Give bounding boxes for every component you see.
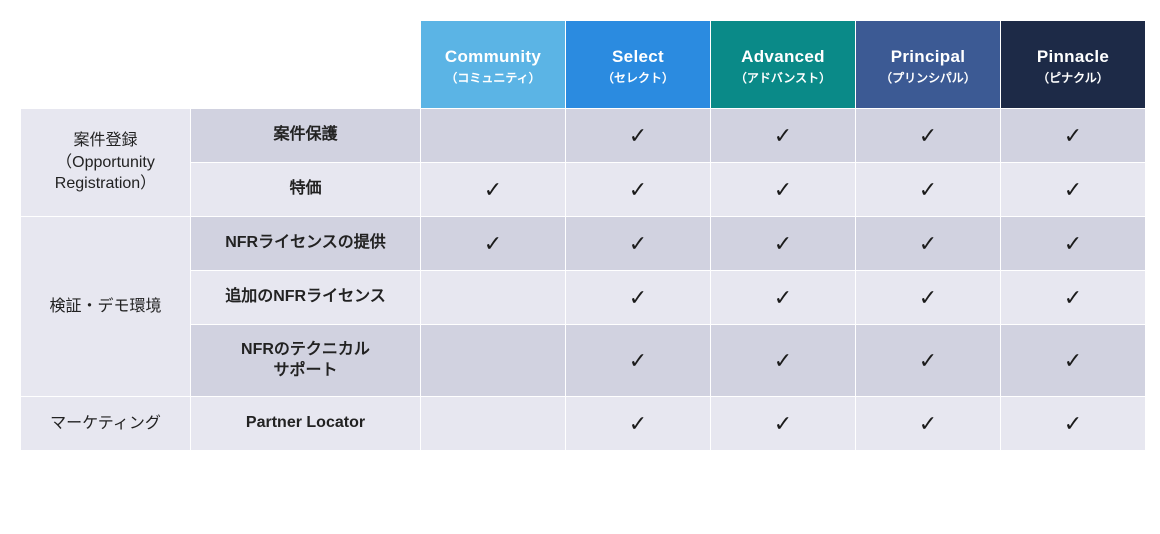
check-icon: ✓	[774, 177, 792, 202]
row-label: 追加のNFRライセンス	[191, 271, 421, 325]
check-icon: ✓	[774, 411, 792, 436]
mark-cell: ✓	[421, 163, 566, 217]
row-label: NFRのテクニカルサポート	[191, 325, 421, 397]
table-row: マーケティングPartner Locator ✓ ✓ ✓ ✓	[21, 397, 1146, 451]
table-row: 案件登録（Opportunity Registration）案件保護✓✓✓✓	[21, 109, 1146, 163]
mark-cell: ✓	[711, 271, 856, 325]
mark-cell: ✓	[856, 217, 1001, 271]
mark-cell: ✓	[566, 271, 711, 325]
check-icon: ✓	[919, 285, 937, 310]
tier-header-advanced: Advanced （アドバンスト）	[711, 21, 856, 109]
tier-title: Community	[429, 47, 557, 67]
mark-cell	[421, 109, 566, 163]
mark-cell: ✓	[421, 217, 566, 271]
category-cell: マーケティング	[21, 397, 191, 451]
mark-cell	[421, 325, 566, 397]
check-icon: ✓	[484, 177, 502, 202]
table-row: 検証・デモ環境NFRライセンスの提供✓✓✓✓✓	[21, 217, 1146, 271]
mark-cell: ✓	[711, 325, 856, 397]
check-icon: ✓	[1064, 285, 1082, 310]
category-cell: 案件登録（Opportunity Registration）	[21, 109, 191, 217]
mark-cell	[421, 397, 566, 451]
tier-title: Advanced	[719, 47, 847, 67]
mark-cell: ✓	[711, 397, 856, 451]
check-icon: ✓	[1064, 123, 1082, 148]
check-icon: ✓	[629, 123, 647, 148]
check-icon: ✓	[774, 348, 792, 373]
tier-sub: （アドバンスト）	[719, 69, 847, 86]
category-cell: 検証・デモ環境	[21, 217, 191, 397]
header-row: Community （コミュニティ） Select （セレクト） Advance…	[21, 21, 1146, 109]
mark-cell: ✓	[856, 271, 1001, 325]
check-icon: ✓	[629, 348, 647, 373]
tier-header-select: Select （セレクト）	[566, 21, 711, 109]
check-icon: ✓	[629, 285, 647, 310]
mark-cell: ✓	[856, 397, 1001, 451]
tier-sub: （コミュニティ）	[429, 69, 557, 86]
mark-cell: ✓	[566, 325, 711, 397]
tier-title: Pinnacle	[1009, 47, 1137, 67]
row-label: 特価	[191, 163, 421, 217]
check-icon: ✓	[629, 411, 647, 436]
row-label: NFRライセンスの提供	[191, 217, 421, 271]
check-icon: ✓	[774, 285, 792, 310]
mark-cell: ✓	[1001, 109, 1146, 163]
mark-cell: ✓	[711, 217, 856, 271]
mark-cell: ✓	[856, 109, 1001, 163]
mark-cell: ✓	[711, 163, 856, 217]
tier-sub: （セレクト）	[574, 69, 702, 86]
check-icon: ✓	[1064, 411, 1082, 436]
check-icon: ✓	[1064, 231, 1082, 256]
mark-cell: ✓	[566, 163, 711, 217]
mark-cell	[421, 271, 566, 325]
tier-title: Select	[574, 47, 702, 67]
check-icon: ✓	[774, 231, 792, 256]
mark-cell: ✓	[1001, 325, 1146, 397]
check-icon: ✓	[919, 348, 937, 373]
mark-cell: ✓	[856, 325, 1001, 397]
check-icon: ✓	[484, 231, 502, 256]
tier-sub: （プリンシパル）	[864, 69, 992, 86]
mark-cell: ✓	[566, 217, 711, 271]
mark-cell: ✓	[566, 397, 711, 451]
check-icon: ✓	[919, 231, 937, 256]
check-icon: ✓	[1064, 348, 1082, 373]
check-icon: ✓	[1064, 177, 1082, 202]
mark-cell: ✓	[856, 163, 1001, 217]
tier-title: Principal	[864, 47, 992, 67]
check-icon: ✓	[919, 177, 937, 202]
check-icon: ✓	[919, 123, 937, 148]
row-label: 案件保護	[191, 109, 421, 163]
tier-header-principal: Principal （プリンシパル）	[856, 21, 1001, 109]
check-icon: ✓	[774, 123, 792, 148]
check-icon: ✓	[629, 231, 647, 256]
tier-sub: （ピナクル）	[1009, 69, 1137, 86]
row-label: Partner Locator	[191, 397, 421, 451]
tier-comparison-table: Community （コミュニティ） Select （セレクト） Advance…	[20, 20, 1140, 451]
mark-cell: ✓	[566, 109, 711, 163]
blank-corner-2	[191, 21, 421, 109]
mark-cell: ✓	[1001, 163, 1146, 217]
check-icon: ✓	[629, 177, 647, 202]
tier-header-community: Community （コミュニティ）	[421, 21, 566, 109]
blank-corner-1	[21, 21, 191, 109]
mark-cell: ✓	[1001, 271, 1146, 325]
mark-cell: ✓	[1001, 217, 1146, 271]
tier-header-pinnacle: Pinnacle （ピナクル）	[1001, 21, 1146, 109]
mark-cell: ✓	[711, 109, 856, 163]
mark-cell: ✓	[1001, 397, 1146, 451]
check-icon: ✓	[919, 411, 937, 436]
